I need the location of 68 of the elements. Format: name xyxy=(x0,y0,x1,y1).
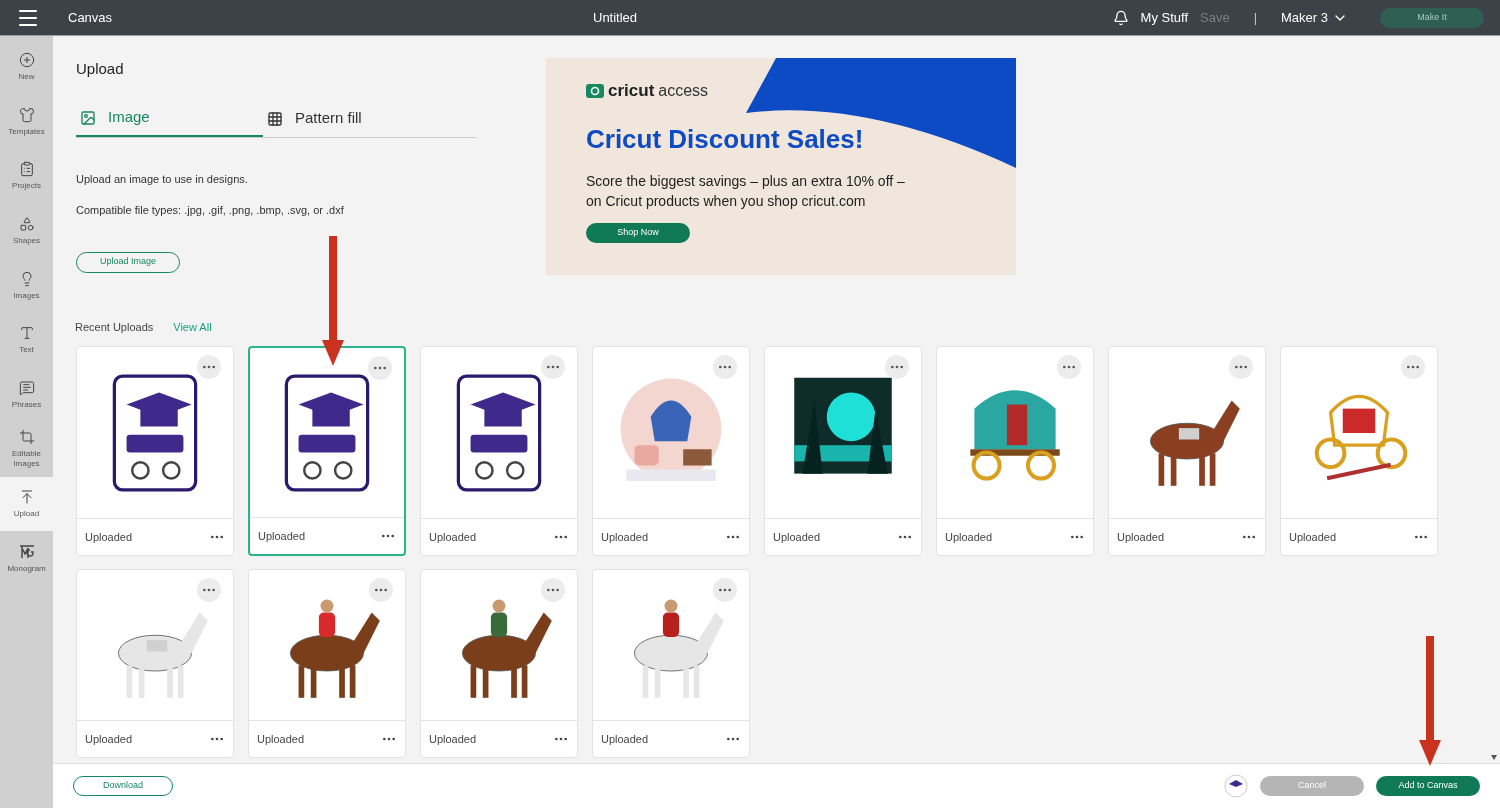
card-caption: Uploaded xyxy=(773,529,821,545)
document-title: Untitled xyxy=(593,8,638,27)
sidebar-item[interactable]: Projects xyxy=(0,149,53,204)
shirt-icon xyxy=(18,106,35,123)
upload-card[interactable]: Uploaded xyxy=(1280,346,1438,556)
view-all-link[interactable]: View All xyxy=(173,318,212,336)
sidebar-item[interactable]: Templates xyxy=(0,94,53,150)
shapes-icon xyxy=(18,216,35,233)
sidebar-item[interactable]: Images xyxy=(0,258,53,313)
bell-icon[interactable] xyxy=(1112,9,1129,26)
tab[interactable]: Image xyxy=(76,100,263,137)
tab[interactable]: Pattern fill xyxy=(263,100,450,137)
image-icon xyxy=(80,109,96,126)
upload-card[interactable]: Uploaded xyxy=(420,346,578,556)
upload-card[interactable]: Uploaded xyxy=(76,346,234,556)
shop-now-button[interactable]: Shop Now xyxy=(586,222,690,243)
upload-card[interactable]: Uploaded xyxy=(764,346,922,556)
sidebar-item[interactable]: Upload xyxy=(0,476,53,532)
upload-card[interactable]: Uploaded xyxy=(1108,346,1266,556)
plus-circle-icon xyxy=(18,52,35,69)
banner-text: Score the biggest savings – plus an extra 10% off – xyxy=(586,171,906,191)
description-text: Upload an image to use in designs. xyxy=(76,171,249,187)
banner-text: on Cricut products when you shop cricut.com xyxy=(586,191,867,211)
thumbnail-icon xyxy=(1224,774,1248,798)
upload-card[interactable]: Uploaded xyxy=(592,346,750,556)
card-caption: Uploaded xyxy=(601,731,649,747)
card-caption: Uploaded xyxy=(429,529,477,545)
add-to-canvas-button[interactable]: Add to Canvas xyxy=(1376,776,1480,796)
card-caption: Uploaded xyxy=(257,731,305,747)
my-stuff-link[interactable]: My Stuff xyxy=(1140,7,1188,28)
card-caption: Uploaded xyxy=(945,529,993,545)
card-caption: Uploaded xyxy=(1289,529,1337,545)
app-title: Canvas xyxy=(68,8,113,27)
upload-card[interactable]: Uploaded xyxy=(248,346,406,556)
machine-selector[interactable]: Maker 3 xyxy=(1281,7,1348,28)
banner-headline: Cricut Discount Sales! xyxy=(586,122,865,156)
sidebar-item[interactable]: Monogram xyxy=(0,531,53,586)
separator: | xyxy=(1253,8,1258,27)
crop-icon xyxy=(18,429,35,446)
upload-card[interactable]: Uploaded xyxy=(76,569,234,758)
upload-card[interactable]: Uploaded xyxy=(420,569,578,758)
card-caption: Uploaded xyxy=(258,528,306,544)
monogram-icon xyxy=(18,543,35,560)
sidebar-item[interactable]: Phrases xyxy=(0,367,53,423)
type-icon xyxy=(18,325,35,342)
card-caption: Uploaded xyxy=(1117,529,1165,545)
sidebar-item[interactable]: New xyxy=(0,40,53,95)
section-title: Recent Uploads xyxy=(75,319,154,335)
logo-icon xyxy=(586,81,604,100)
pattern-icon xyxy=(267,110,283,127)
upload-card[interactable]: Uploaded xyxy=(936,346,1094,556)
sidebar-item[interactable]: Text xyxy=(0,312,53,368)
clipboard-icon xyxy=(18,161,35,178)
card-caption: Uploaded xyxy=(601,529,649,545)
sidebar-item[interactable]: Editable Images xyxy=(0,422,53,477)
speech-bubble-icon xyxy=(18,379,35,396)
more-icon[interactable] xyxy=(885,355,909,379)
card-caption: Uploaded xyxy=(429,731,477,747)
file-types-text: Compatible file types: .jpg, .gif, .png, .bmp, .svg, or .dxf xyxy=(76,203,345,218)
upload-card[interactable]: Uploaded xyxy=(248,569,406,758)
brand-suffix: access xyxy=(658,80,709,101)
scroll-down-arrow-icon[interactable] xyxy=(1491,755,1497,760)
panel-title: Upload xyxy=(76,59,125,79)
upload-card[interactable]: Uploaded xyxy=(592,569,750,758)
card-caption: Uploaded xyxy=(85,529,133,545)
brand-name: cricut xyxy=(608,80,655,102)
card-caption: Uploaded xyxy=(85,731,133,747)
sidebar-item[interactable]: Shapes xyxy=(0,203,53,259)
